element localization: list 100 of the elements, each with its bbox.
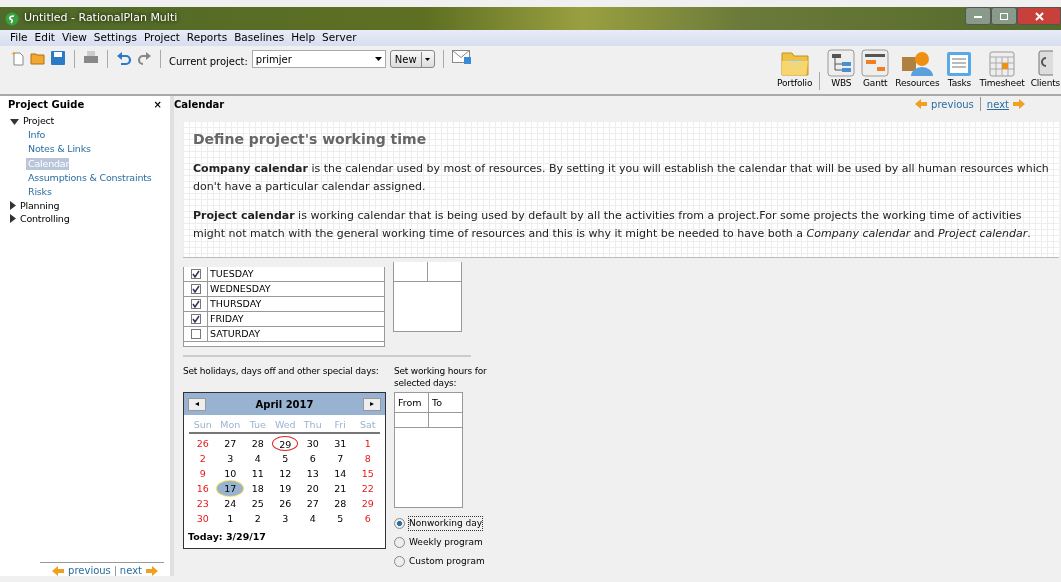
calendar-day[interactable]: 12 (272, 466, 299, 482)
calendar-day[interactable]: 19 (272, 481, 299, 497)
checkbox[interactable] (190, 299, 201, 309)
next-link[interactable]: next (119, 563, 142, 578)
menu-item[interactable]: View (61, 30, 87, 46)
calendar-day[interactable]: 31 (327, 436, 354, 452)
calendar-day[interactable]: 5 (272, 451, 299, 467)
collapsed-icon[interactable] (10, 201, 16, 211)
printer-icon[interactable] (83, 50, 99, 66)
calendar-day[interactable]: 9 (189, 466, 216, 482)
menu-item[interactable]: Reports (186, 30, 228, 46)
calendar-day[interactable]: 13 (299, 466, 326, 482)
module-button[interactable]: Resources (892, 48, 943, 90)
checkbox[interactable] (190, 314, 201, 324)
calendar-day[interactable]: 15 (354, 466, 381, 482)
radio-button[interactable] (394, 537, 405, 548)
calendar-day[interactable]: 29 (354, 496, 381, 512)
calendar-day[interactable]: 16 (189, 481, 216, 497)
calendar-day[interactable]: 7 (327, 451, 354, 467)
previous-month-button[interactable]: ◂ (188, 397, 206, 411)
menu-item[interactable]: File (10, 30, 28, 46)
tree-item[interactable]: Risks (26, 186, 52, 199)
radio-label[interactable]: Weekly program (409, 535, 483, 550)
undo-icon[interactable] (116, 50, 132, 66)
calendar-day[interactable]: 30 (299, 436, 326, 452)
previous-link[interactable]: previous (68, 563, 111, 578)
checkbox[interactable] (190, 329, 201, 339)
calendar-day[interactable]: 21 (327, 481, 354, 497)
new-button[interactable]: New (389, 50, 435, 68)
module-button[interactable]: Timesheet (976, 48, 1028, 90)
menu-item[interactable]: Server (322, 30, 357, 46)
calendar-day[interactable]: 11 (244, 466, 271, 482)
menu-item[interactable]: Settings (93, 30, 137, 46)
close-button[interactable] (1017, 7, 1061, 25)
calendar-day[interactable]: 27 (217, 436, 244, 452)
calendar-day[interactable]: 2 (189, 451, 216, 467)
redo-icon[interactable] (136, 50, 152, 66)
menu-item[interactable]: Baselines (234, 30, 285, 46)
expanded-icon[interactable] (10, 118, 19, 125)
section-label: Set working hours for selected days: (394, 365, 488, 390)
module-button[interactable]: Tasks (942, 48, 977, 90)
calendar-day[interactable]: 17 (217, 481, 244, 497)
calendar-day[interactable]: 26 (272, 496, 299, 512)
calendar-day[interactable]: 2 (244, 511, 271, 527)
folder-icon[interactable] (30, 50, 46, 66)
radio-button[interactable] (394, 556, 405, 567)
calendar-day[interactable]: 1 (217, 511, 244, 527)
tree-item[interactable]: Assumptions & Constraints (26, 171, 152, 185)
calendar-day[interactable]: 4 (299, 511, 326, 527)
save-icon[interactable] (50, 50, 66, 66)
module-button[interactable]: Gantt (858, 48, 893, 90)
calendar-day[interactable]: 25 (244, 496, 271, 512)
calendar-day[interactable]: 3 (217, 451, 244, 467)
tree-item[interactable]: Project (23, 114, 55, 129)
calendar-day[interactable]: 18 (244, 481, 271, 497)
tree-item[interactable]: Info (26, 129, 46, 142)
calendar-day[interactable]: 14 (327, 466, 354, 482)
module-button[interactable]: Clients (1027, 48, 1061, 90)
radio-button[interactable] (394, 518, 405, 529)
calendar-day[interactable]: 26 (189, 436, 216, 452)
menu-item[interactable]: Project (143, 30, 180, 46)
calendar-day[interactable]: 8 (354, 451, 381, 467)
calendar-day[interactable]: 30 (189, 511, 216, 527)
clients-module-icon (1037, 48, 1054, 77)
calendar-day[interactable]: 23 (189, 496, 216, 512)
menu-item[interactable]: Help (291, 30, 316, 46)
calendar-day[interactable]: 6 (354, 511, 381, 527)
checkbox[interactable] (190, 284, 201, 294)
radio-label[interactable]: Custom program (409, 554, 485, 569)
module-button[interactable]: WBS (824, 48, 859, 90)
calendar-day[interactable]: 1 (354, 436, 381, 452)
calendar-day[interactable]: 10 (217, 466, 244, 482)
calendar-day[interactable]: 20 (299, 481, 326, 497)
calendar-day[interactable]: 24 (217, 496, 244, 512)
previous-link[interactable]: previous (931, 96, 974, 112)
project-dropdown[interactable]: primjer (251, 50, 386, 68)
minimize-button[interactable] (965, 7, 991, 25)
calendar-day[interactable]: 3 (272, 511, 299, 527)
tree-item[interactable]: Planning (20, 198, 60, 213)
calendar-day[interactable]: 5 (327, 511, 354, 527)
next-month-button[interactable]: ▸ (363, 397, 381, 411)
tree-item[interactable]: Notes & Links (26, 143, 91, 156)
radio-label[interactable]: Nonworking day (409, 516, 483, 531)
calendar-day[interactable]: 22 (354, 481, 381, 497)
dropdown-arrow-icon (374, 57, 382, 61)
module-button[interactable]: Portfolio (774, 48, 816, 90)
checkbox[interactable] (190, 269, 201, 279)
new-file-icon[interactable] (10, 50, 26, 66)
calendar-day[interactable]: 28 (244, 436, 271, 452)
next-link[interactable]: next (986, 96, 1009, 112)
envelope-icon[interactable] (451, 50, 472, 64)
tree-item[interactable]: Controlling (20, 211, 70, 226)
menu-item[interactable]: Edit (34, 30, 55, 46)
calendar-day[interactable]: 27 (299, 496, 326, 512)
maximize-button[interactable] (991, 7, 1017, 25)
close-button[interactable]: × (153, 96, 162, 112)
collapsed-icon[interactable] (10, 214, 16, 224)
calendar-day[interactable]: 6 (299, 451, 326, 467)
calendar-day[interactable]: 28 (327, 496, 354, 512)
calendar-day[interactable]: 4 (244, 451, 271, 467)
